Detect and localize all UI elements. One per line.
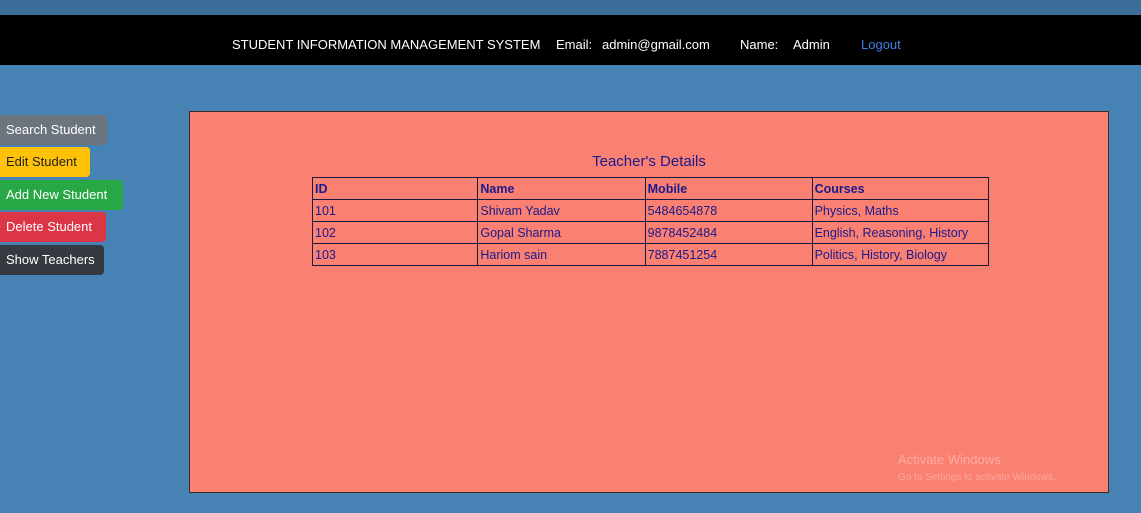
- cell-mobile: 9878452484: [644, 221, 813, 244]
- table-row: 101 Shivam Yadav 5484654878 Physics, Mat…: [311, 199, 990, 222]
- table-row: 103 Hariom sain 7887451254 Politics, His…: [311, 243, 990, 266]
- window-top-strip: [0, 0, 1141, 16]
- delete-student-button[interactable]: Delete Student: [0, 212, 106, 242]
- teachers-table: ID Name Mobile Courses 101 Shivam Yadav …: [311, 177, 990, 266]
- cell-id: 103: [311, 243, 479, 266]
- activate-windows-watermark: Activate Windows: [898, 452, 1001, 467]
- edit-student-button[interactable]: Edit Student: [0, 147, 90, 177]
- app-title: STUDENT INFORMATION MANAGEMENT SYSTEM: [232, 37, 541, 52]
- logout-link[interactable]: Logout: [861, 37, 901, 52]
- search-student-button[interactable]: Search Student: [0, 115, 107, 145]
- name-label: Name:: [740, 37, 779, 52]
- cell-mobile: 5484654878: [644, 199, 813, 222]
- cell-name: Gopal Sharma: [477, 221, 646, 244]
- column-header-name: Name: [477, 177, 646, 200]
- column-header-mobile: Mobile: [644, 177, 813, 200]
- panel-title: Teacher's Details: [592, 153, 706, 170]
- cell-id: 102: [311, 221, 479, 244]
- table-row: 102 Gopal Sharma 9878452484 English, Rea…: [311, 221, 990, 244]
- email-label: Email:: [556, 37, 593, 52]
- column-header-courses: Courses: [811, 177, 990, 200]
- activate-windows-subtitle: Go to Settings to activate Windows.: [898, 472, 1056, 483]
- cell-id: 101: [311, 199, 479, 222]
- cell-courses: Politics, History, Biology: [811, 243, 990, 266]
- cell-name: Shivam Yadav: [477, 199, 646, 222]
- name-value: Admin: [793, 37, 830, 52]
- show-teachers-button[interactable]: Show Teachers: [0, 245, 104, 275]
- cell-name: Hariom sain: [477, 243, 646, 266]
- add-new-student-button[interactable]: Add New Student: [0, 180, 123, 210]
- column-header-id: ID: [311, 177, 479, 200]
- table-header-row: ID Name Mobile Courses: [311, 177, 990, 200]
- cell-courses: English, Reasoning, History: [811, 221, 990, 244]
- cell-mobile: 7887451254: [644, 243, 813, 266]
- teacher-details-panel: Teacher's Details ID Name Mobile Courses…: [189, 111, 1109, 493]
- email-value: admin@gmail.com: [602, 37, 710, 52]
- navbar: STUDENT INFORMATION MANAGEMENT SYSTEM Em…: [0, 15, 1141, 65]
- cell-courses: Physics, Maths: [811, 199, 990, 222]
